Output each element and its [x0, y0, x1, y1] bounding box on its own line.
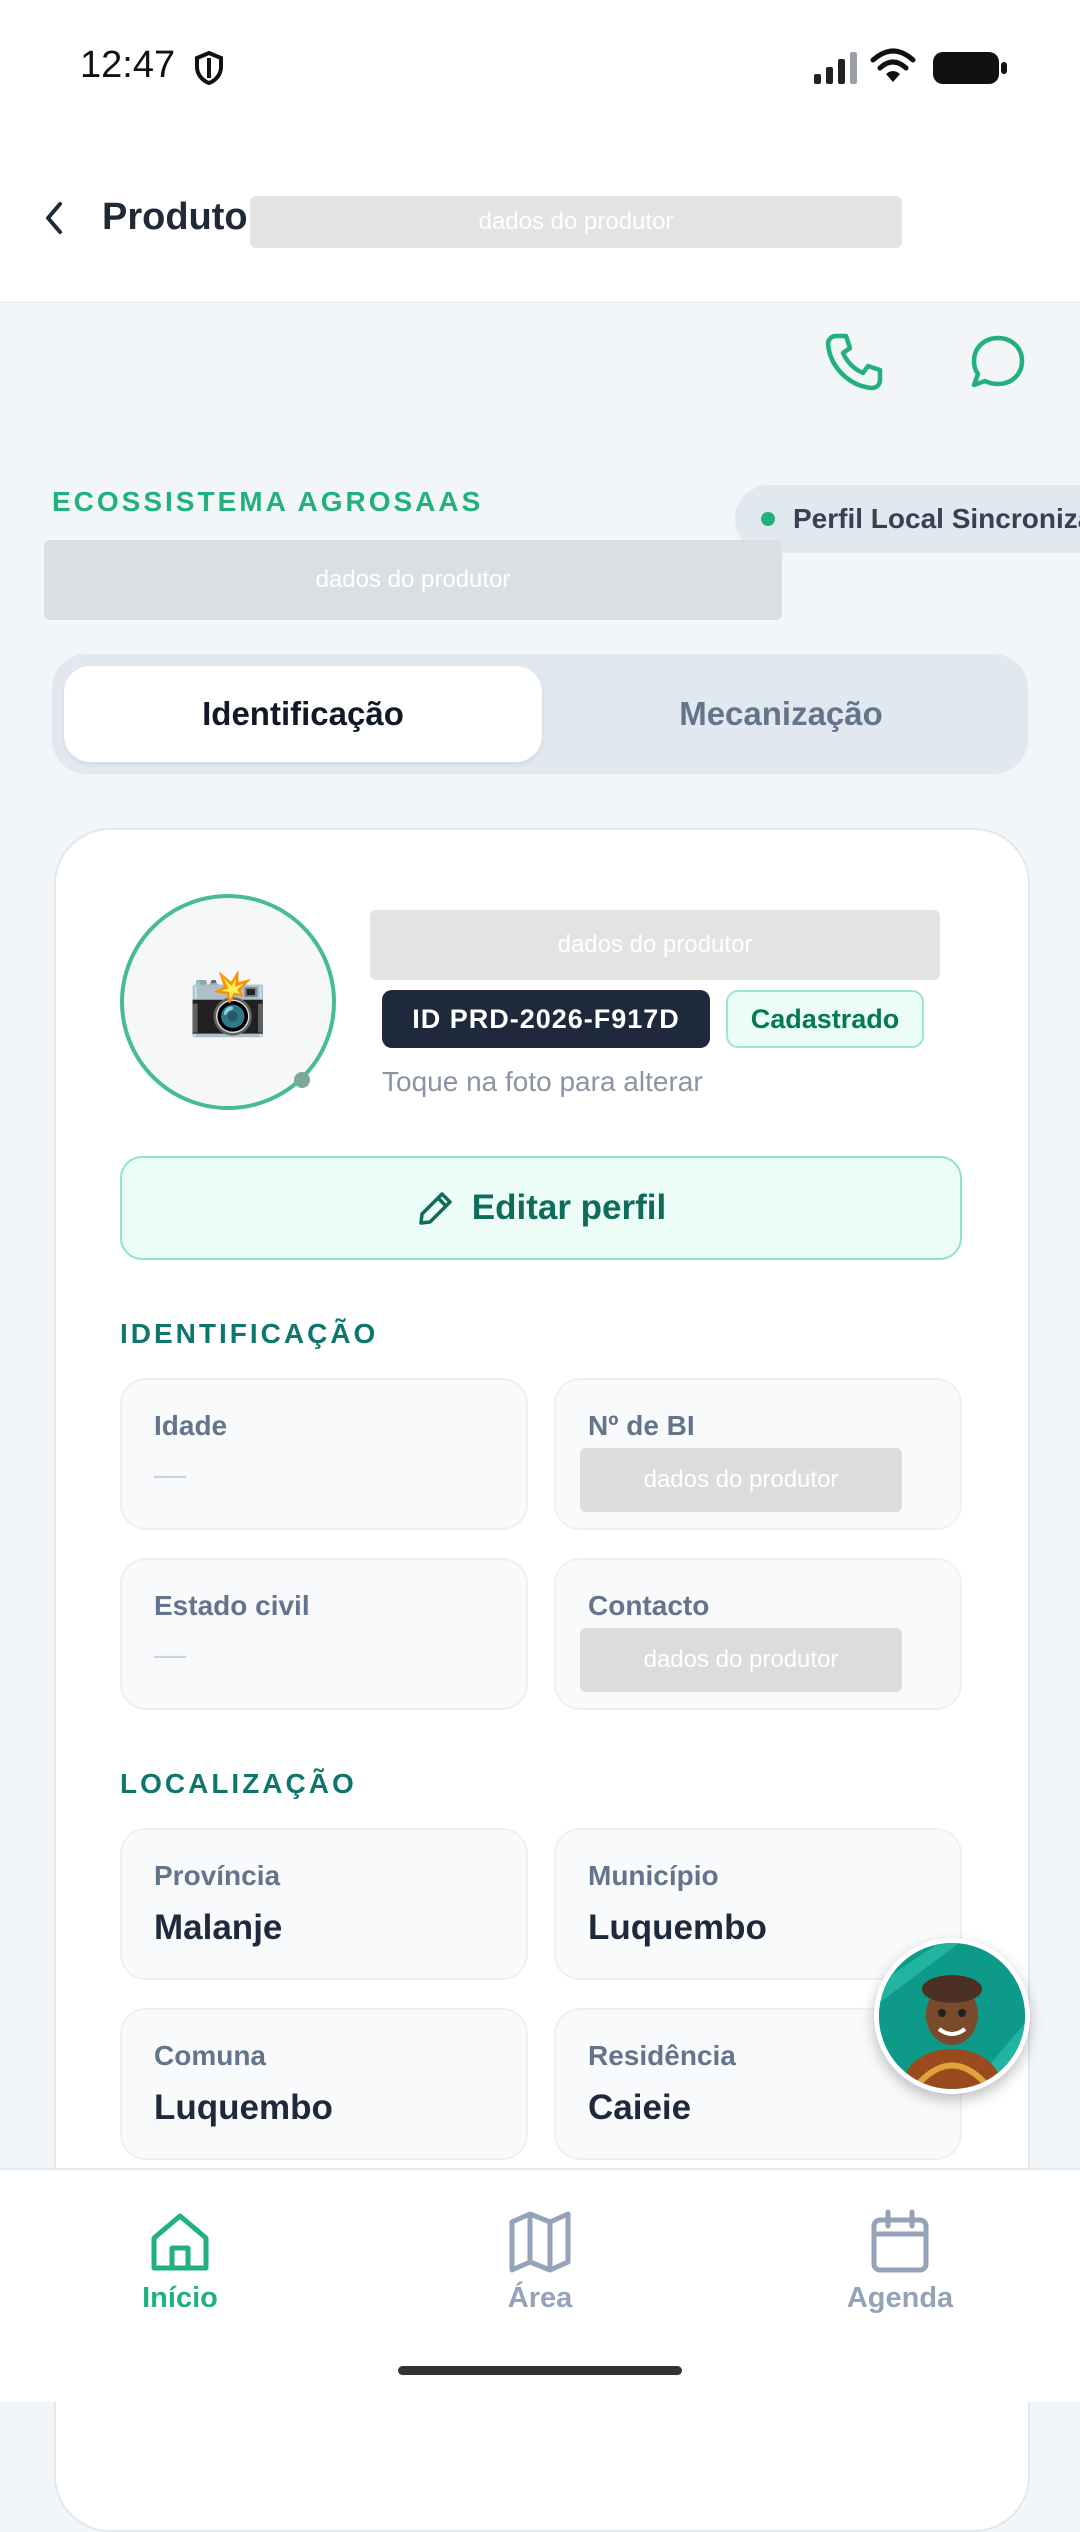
producer-id-badge: ID PRD-2026-F917D	[382, 990, 710, 1048]
field-estado-civil: Estado civil —	[120, 1558, 528, 1710]
field-value: Luquembo	[588, 1908, 767, 1947]
home-indicator[interactable]	[398, 2366, 682, 2375]
nav-label: Início	[142, 2282, 218, 2314]
profile-name-redacted: dados do produtor	[370, 910, 940, 980]
battery-icon	[933, 52, 1007, 84]
nav-inicio[interactable]: Início	[60, 2208, 300, 2315]
wifi-icon	[870, 48, 916, 82]
assistant-avatar-icon	[879, 1943, 1025, 2089]
field-label: Residência	[588, 2040, 736, 2071]
pencil-icon	[419, 1192, 452, 1225]
sync-status-badge: Perfil Local Sincroniza	[735, 485, 1080, 553]
field-label: Comuna	[154, 2040, 266, 2071]
nav-area[interactable]: Área	[420, 2208, 660, 2315]
signal-icon	[814, 52, 857, 84]
field-value: Malanje	[154, 1908, 283, 1947]
tab-identificacao[interactable]: Identificação	[64, 666, 542, 762]
edit-profile-label: Editar perfil	[471, 1188, 667, 1227]
field-value-redacted: dados do produtor	[580, 1448, 902, 1512]
field-value: Caieie	[588, 2088, 692, 2127]
field-value: Luquembo	[154, 2088, 333, 2127]
producer-subtitle-redacted: dados do produtor	[44, 540, 782, 620]
ecosystem-label: ECOSSISTEMA AGROSAAS	[52, 486, 484, 517]
status-time: 12:47	[80, 44, 176, 86]
field-label: Município	[588, 1860, 719, 1891]
nav-label: Área	[507, 2282, 573, 2314]
home-icon	[151, 2213, 209, 2271]
photo-hint: Toque na foto para alterar	[382, 1066, 703, 1097]
sync-status-label: Perfil Local Sincroniza	[793, 503, 1080, 534]
phone-icon[interactable]	[822, 330, 886, 394]
producer-name-redacted: dados do produtor	[250, 196, 902, 248]
back-arrow-icon[interactable]	[40, 198, 70, 238]
location-section-title: LOCALIZAÇÃO	[120, 1768, 357, 1799]
field-idade: Idade —	[120, 1378, 528, 1530]
tab-mecanizacao[interactable]: Mecanização	[542, 666, 1020, 762]
field-comuna: Comuna Luquembo	[120, 2008, 528, 2160]
calendar-icon	[871, 2209, 929, 2273]
field-label: Contacto	[588, 1590, 710, 1621]
shield-icon	[195, 50, 223, 86]
map-icon	[509, 2211, 571, 2273]
edit-profile-button[interactable]: Editar perfil	[120, 1156, 962, 1260]
field-value: —	[154, 1636, 186, 1672]
identification-section-title: IDENTIFICAÇÃO	[120, 1318, 379, 1349]
field-label: Idade	[154, 1410, 228, 1441]
camera-icon: 📸	[188, 965, 268, 1038]
field-value-redacted: dados do produtor	[580, 1628, 902, 1692]
field-label: Nº de BI	[588, 1410, 695, 1441]
sync-dot-icon	[761, 512, 775, 526]
nav-label: Agenda	[846, 2282, 954, 2314]
tab-bar: Identificação Mecanização	[52, 654, 1028, 774]
status-badge: Cadastrado	[726, 990, 924, 1048]
field-value: —	[154, 1456, 186, 1492]
nav-agenda[interactable]: Agenda	[780, 2208, 1020, 2315]
field-bi: Nº de BI dados do produtor	[554, 1378, 962, 1530]
photo-status-dot	[294, 1072, 310, 1088]
assistant-avatar-button[interactable]	[874, 1938, 1030, 2094]
field-label: Província	[154, 1860, 281, 1891]
field-contacto: Contacto dados do produtor	[554, 1558, 962, 1710]
field-provincia: Província Malanje	[120, 1828, 528, 1980]
page-title: Produtor	[102, 196, 263, 238]
field-label: Estado civil	[154, 1590, 310, 1621]
chat-icon[interactable]	[966, 330, 1030, 394]
